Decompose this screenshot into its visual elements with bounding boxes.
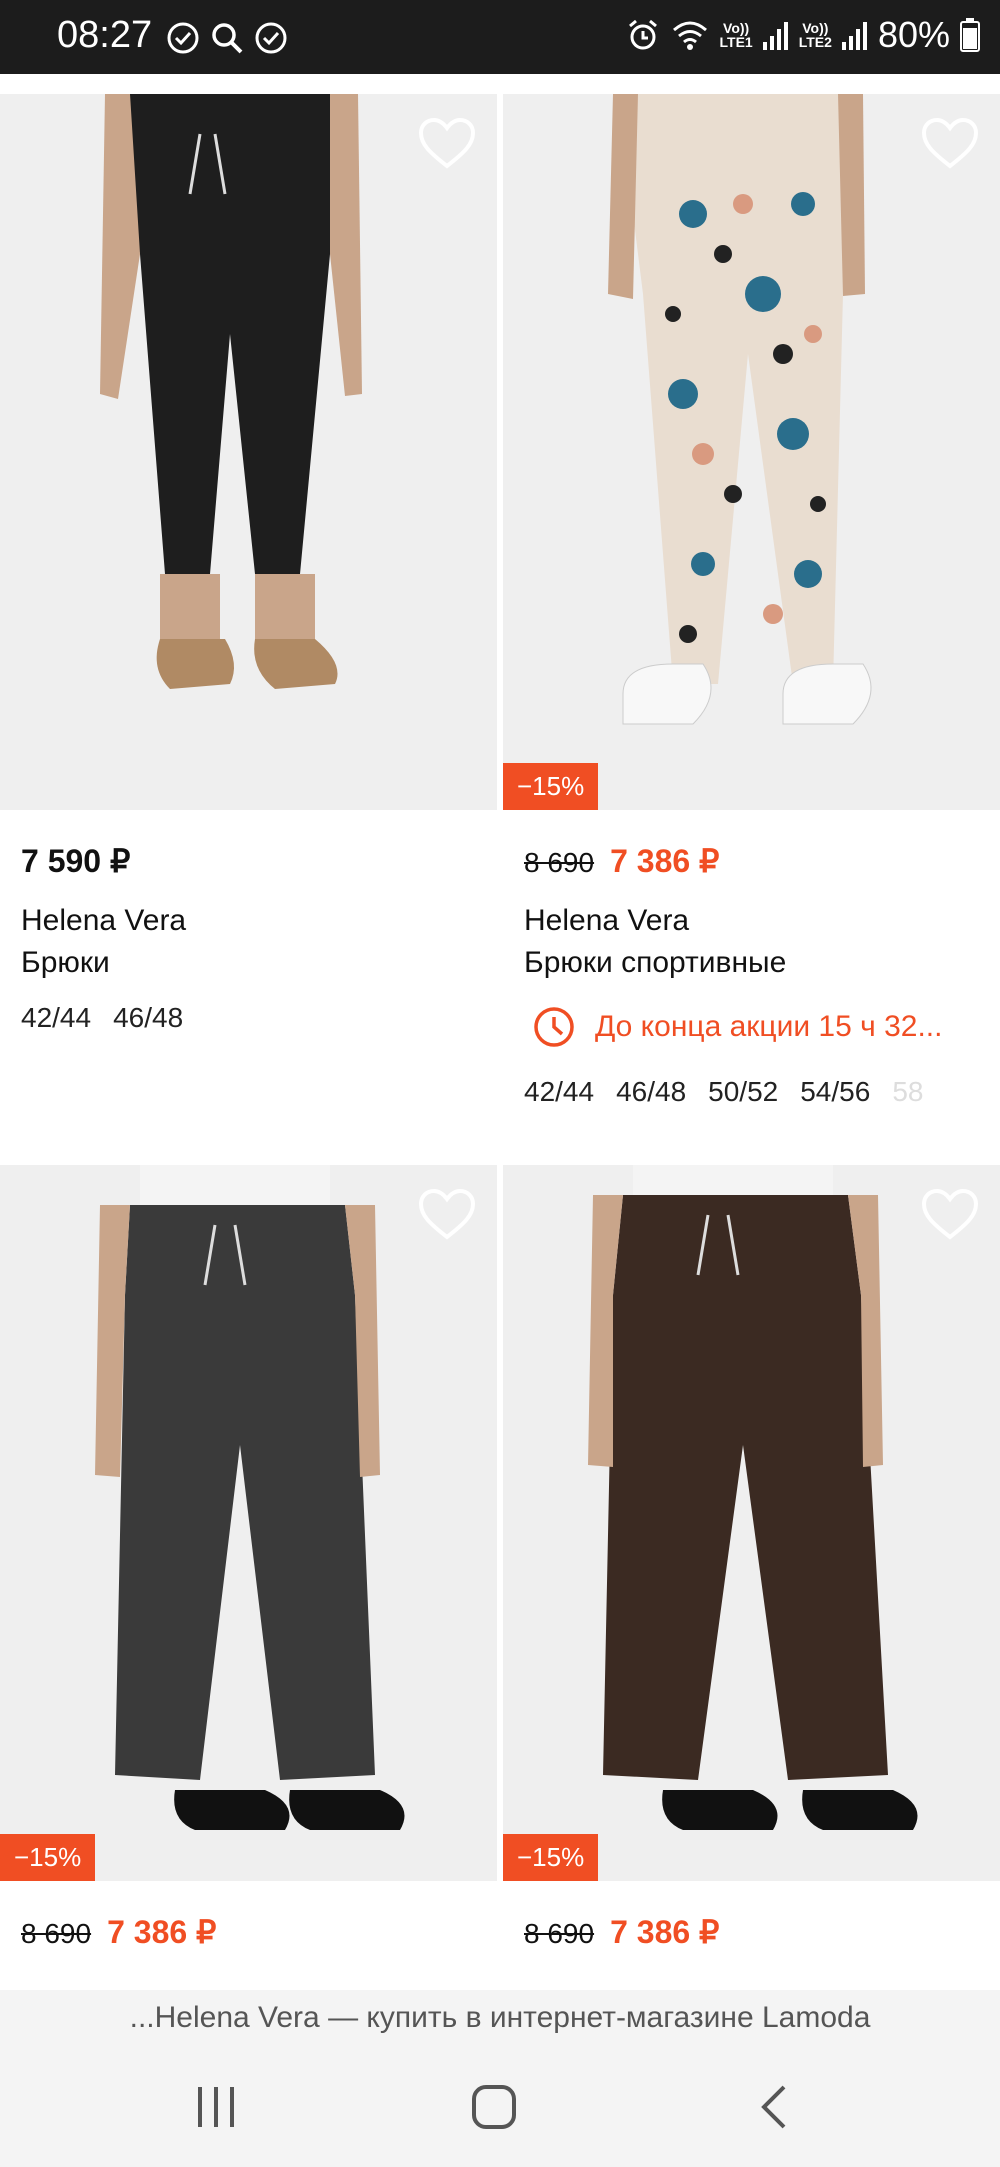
sale-price: 7 386 ₽ [107, 1914, 217, 1950]
product-image[interactable] [0, 94, 497, 810]
promo-timer: До конца акции 15 ч 32... [533, 1006, 942, 1048]
status-time: 08:27 [57, 14, 153, 56]
size-option[interactable]: 50/52 [708, 1076, 778, 1108]
browser-page-title[interactable]: ...Helena Vera — купить в интернет-магаз… [0, 1990, 1000, 2046]
sale-price: 7 386 ₽ [610, 1914, 720, 1950]
wifi-icon [672, 21, 707, 50]
favorite-heart-icon[interactable] [922, 1189, 978, 1241]
back-icon[interactable] [746, 2082, 806, 2132]
alarm-icon [628, 19, 657, 50]
product-brand: Helena Vera [524, 904, 690, 937]
sim1-label: Vo)) [723, 20, 750, 36]
product-card[interactable]: −15% 8 690 7 386 ₽ [0, 1165, 497, 1990]
sale-price: 7 386 ₽ [610, 843, 720, 879]
sim1-indicator: Vo)) LTE1 [720, 21, 753, 49]
product-photo [503, 94, 1000, 810]
product-brand: Helena Vera [21, 904, 187, 937]
promo-text: До конца акции 15 ч 32... [595, 1010, 943, 1043]
discount-badge: −15% [0, 1834, 96, 1881]
size-list: 42/44 46/48 50/52 54/56 58 [524, 1076, 994, 1108]
favorite-heart-icon[interactable] [419, 1189, 475, 1241]
product-card[interactable]: −15% 8 690 7 386 ₽ Helena Vera Брюки спо… [503, 94, 1000, 1164]
clock-icon [534, 1007, 574, 1047]
size-option[interactable]: 46/48 [113, 1002, 183, 1034]
battery-percent: 80% [877, 14, 950, 55]
product-card[interactable]: 7 590 ₽ Helena Vera Брюки 42/44 46/48 [0, 94, 497, 1164]
size-option[interactable]: 42/44 [21, 1002, 91, 1034]
favorite-heart-icon[interactable] [922, 118, 978, 170]
home-icon[interactable] [464, 2082, 524, 2132]
sim2-indicator: Vo)) LTE2 [799, 21, 832, 49]
search-icon [212, 23, 243, 54]
signal-icon [841, 22, 867, 50]
size-option[interactable]: 46/48 [616, 1076, 686, 1108]
old-price: 8 690 [21, 1918, 92, 1949]
product-card[interactable]: −15% 8 690 7 386 ₽ [503, 1165, 1000, 1990]
size-option[interactable]: 54/56 [800, 1076, 870, 1108]
price-row: 7 590 ₽ [21, 842, 130, 880]
signal-icon [762, 22, 788, 50]
recent-apps-icon[interactable] [186, 2082, 246, 2132]
old-price: 8 690 [524, 1918, 595, 1949]
price-row: 8 690 7 386 ₽ [524, 1913, 719, 1951]
status-left-icons [165, 20, 289, 56]
product-name: Брюки [21, 946, 110, 979]
product-image[interactable]: −15% [0, 1165, 497, 1881]
product-photo [0, 94, 497, 810]
favorite-heart-icon[interactable] [419, 118, 475, 170]
size-option[interactable]: 42/44 [524, 1076, 594, 1108]
sim2-label: Vo)) [802, 20, 829, 36]
product-photo [503, 1165, 1000, 1881]
status-bar: 08:27 Vo)) LTE1 Vo)) LTE2 80% [0, 0, 1000, 74]
price: 7 590 ₽ [21, 843, 131, 879]
battery-icon [960, 18, 980, 52]
price-row: 8 690 7 386 ₽ [21, 1913, 216, 1951]
system-nav-bar [0, 2046, 1000, 2167]
sim1-network: LTE1 [719, 34, 753, 50]
product-image[interactable]: −15% [503, 94, 1000, 810]
product-image[interactable]: −15% [503, 1165, 1000, 1881]
discount-badge: −15% [503, 763, 599, 810]
old-price: 8 690 [524, 847, 595, 878]
size-list: 42/44 46/48 [21, 1002, 183, 1034]
product-name: Брюки спортивные [524, 946, 787, 979]
size-option[interactable]: 58 [892, 1076, 923, 1108]
check-circle-icon [255, 22, 287, 54]
discount-badge: −15% [503, 1834, 599, 1881]
price-row: 8 690 7 386 ₽ [524, 842, 719, 880]
status-right-icons: Vo)) LTE1 Vo)) LTE2 80% [626, 14, 980, 56]
sim2-network: LTE2 [798, 34, 832, 50]
product-photo [0, 1165, 497, 1881]
check-circle-icon [167, 22, 199, 54]
